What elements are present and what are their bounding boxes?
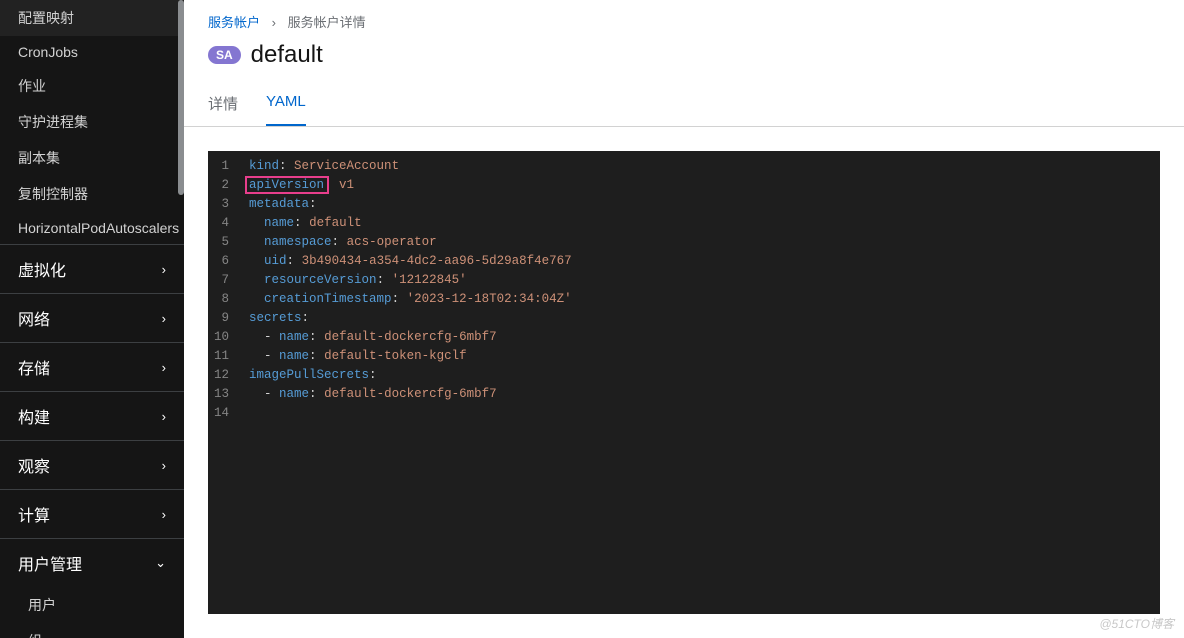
sidebar-section-0[interactable]: 虚拟化 › bbox=[0, 244, 184, 293]
content: 1234567891011121314 kind: ServiceAccount… bbox=[184, 127, 1184, 638]
code-line-4: name: default bbox=[249, 214, 1150, 233]
sidebar-subitem-1[interactable]: 组 bbox=[0, 623, 184, 638]
sidebar: 配置映射CronJobs作业守护进程集副本集复制控制器HorizontalPod… bbox=[0, 0, 184, 638]
line-number: 3 bbox=[214, 195, 229, 214]
chevron-right-icon: › bbox=[162, 360, 166, 375]
sidebar-item-3[interactable]: 守护进程集 bbox=[0, 104, 184, 140]
line-number: 11 bbox=[214, 347, 229, 366]
code-line-2: apiVersion: v1 bbox=[249, 176, 1150, 195]
sidebar-item-6[interactable]: HorizontalPodAutoscalers bbox=[0, 212, 184, 244]
line-number: 6 bbox=[214, 252, 229, 271]
chevron-down-icon: ⌄ bbox=[155, 555, 166, 571]
page-title: default bbox=[251, 41, 323, 69]
watermark: @51CTO博客 bbox=[1099, 615, 1174, 632]
line-number: 10 bbox=[214, 328, 229, 347]
code-line-1: kind: ServiceAccount bbox=[249, 157, 1150, 176]
code-line-6: uid: 3b490434-a354-4dc2-aa96-5d29a8f4e76… bbox=[249, 252, 1150, 271]
line-number: 4 bbox=[214, 214, 229, 233]
chevron-right-icon: › bbox=[162, 458, 166, 473]
code-area[interactable]: kind: ServiceAccountapiVersion: v1metada… bbox=[239, 151, 1160, 614]
chevron-right-icon: › bbox=[162, 311, 166, 326]
main: 服务帐户 › 服务帐户详情 SA default 详情YAML 12345678… bbox=[184, 0, 1184, 638]
breadcrumb-separator: › bbox=[272, 15, 276, 30]
code-line-8: creationTimestamp: '2023-12-18T02:34:04Z… bbox=[249, 290, 1150, 309]
tab-详情[interactable]: 详情 bbox=[208, 83, 238, 126]
line-number: 14 bbox=[214, 404, 229, 423]
sidebar-item-2[interactable]: 作业 bbox=[0, 68, 184, 104]
title-row: SA default bbox=[208, 41, 1160, 69]
section-label: 计算 bbox=[18, 502, 50, 526]
yaml-editor[interactable]: 1234567891011121314 kind: ServiceAccount… bbox=[208, 151, 1160, 614]
header: 服务帐户 › 服务帐户详情 SA default bbox=[184, 0, 1184, 83]
sidebar-item-1[interactable]: CronJobs bbox=[0, 36, 184, 68]
code-line-12: imagePullSecrets: bbox=[249, 366, 1150, 385]
code-line-14 bbox=[249, 404, 1150, 423]
chevron-right-icon: › bbox=[162, 507, 166, 522]
code-line-9: secrets: bbox=[249, 309, 1150, 328]
tab-YAML[interactable]: YAML bbox=[266, 83, 306, 126]
code-line-5: namespace: acs-operator bbox=[249, 233, 1150, 252]
line-number: 13 bbox=[214, 385, 229, 404]
code-line-3: metadata: bbox=[249, 195, 1150, 214]
sidebar-section-5[interactable]: 计算 › bbox=[0, 489, 184, 538]
line-number: 9 bbox=[214, 309, 229, 328]
line-number: 8 bbox=[214, 290, 229, 309]
sidebar-item-4[interactable]: 副本集 bbox=[0, 140, 184, 176]
sidebar-section-4[interactable]: 观察 › bbox=[0, 440, 184, 489]
breadcrumb: 服务帐户 › 服务帐户详情 bbox=[208, 12, 1160, 31]
code-line-13: - name: default-dockercfg-6mbf7 bbox=[249, 385, 1150, 404]
line-gutter: 1234567891011121314 bbox=[208, 151, 239, 614]
code-line-10: - name: default-dockercfg-6mbf7 bbox=[249, 328, 1150, 347]
section-label: 虚拟化 bbox=[18, 257, 66, 281]
code-line-7: resourceVersion: '12122845' bbox=[249, 271, 1150, 290]
sidebar-item-0[interactable]: 配置映射 bbox=[0, 0, 184, 36]
line-number: 12 bbox=[214, 366, 229, 385]
chevron-right-icon: › bbox=[162, 262, 166, 277]
sidebar-section-2[interactable]: 存储 › bbox=[0, 342, 184, 391]
section-label: 用户管理 bbox=[18, 551, 82, 575]
sidebar-section-1[interactable]: 网络 › bbox=[0, 293, 184, 342]
tabs: 详情 YAML bbox=[184, 83, 1184, 127]
code-line-11: - name: default-token-kgclf bbox=[249, 347, 1150, 366]
line-number: 7 bbox=[214, 271, 229, 290]
sidebar-item-5[interactable]: 复制控制器 bbox=[0, 176, 184, 212]
section-label: 存储 bbox=[18, 355, 50, 379]
breadcrumb-parent[interactable]: 服务帐户 bbox=[208, 15, 260, 30]
chevron-right-icon: › bbox=[162, 409, 166, 424]
sidebar-subitem-0[interactable]: 用户 bbox=[0, 587, 184, 623]
breadcrumb-current: 服务帐户详情 bbox=[288, 15, 366, 30]
section-label: 观察 bbox=[18, 453, 50, 477]
sidebar-section-3[interactable]: 构建 › bbox=[0, 391, 184, 440]
section-label: 构建 bbox=[18, 404, 50, 428]
resource-badge: SA bbox=[208, 46, 241, 64]
line-number: 2 bbox=[214, 176, 229, 195]
sidebar-section-6[interactable]: 用户管理 ⌄ bbox=[0, 538, 184, 587]
line-number: 5 bbox=[214, 233, 229, 252]
section-label: 网络 bbox=[18, 306, 50, 330]
line-number: 1 bbox=[214, 157, 229, 176]
